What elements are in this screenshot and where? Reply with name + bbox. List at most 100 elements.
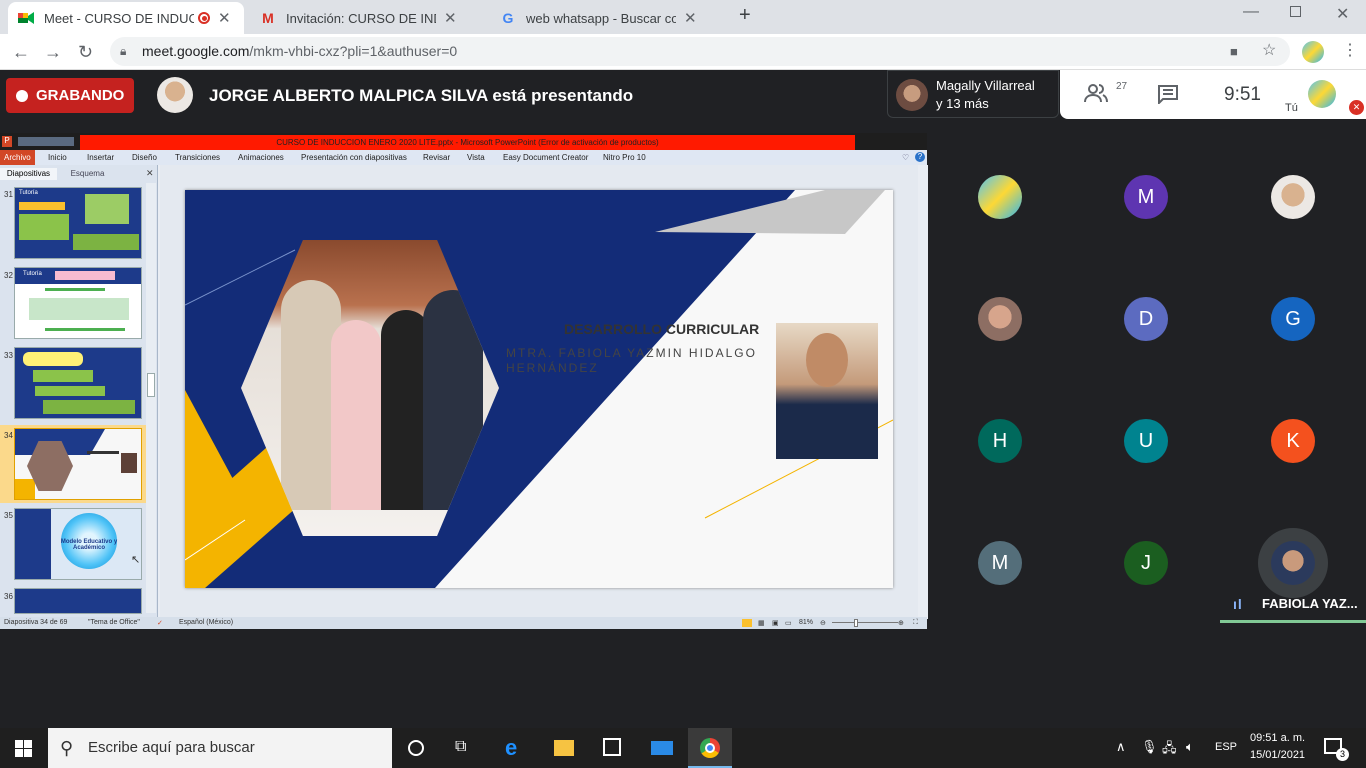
participant-tile[interactable]: K xyxy=(1271,419,1315,463)
ribbon-tab-archivo[interactable]: Archivo xyxy=(0,150,35,165)
thumb-slide-33[interactable] xyxy=(14,347,142,419)
camera-icon[interactable]: ■ xyxy=(1230,37,1238,66)
thumb-slide-31[interactable]: Tutoría xyxy=(14,187,142,259)
tab-google[interactable]: G web whatsapp - Buscar con Goo ✕ xyxy=(490,2,726,34)
ribbon-tab[interactable]: Nitro Pro 10 xyxy=(603,153,646,162)
ribbon-tab[interactable]: Insertar xyxy=(87,153,114,162)
task-view-icon[interactable]: ⧉ xyxy=(455,738,466,756)
close-tab-icon[interactable]: ✕ xyxy=(684,9,697,27)
menu-icon[interactable]: ⋮ xyxy=(1342,40,1358,60)
slide-scrollbar[interactable] xyxy=(920,165,928,619)
network-icon[interactable]: 🖧 xyxy=(1162,739,1177,761)
thumb-slide-34[interactable] xyxy=(14,428,142,500)
ribbon-tab[interactable]: Diseño xyxy=(132,153,157,162)
collapse-ribbon-icon[interactable]: ♡ xyxy=(902,153,909,162)
help-icon[interactable]: ? xyxy=(915,152,925,162)
thumb-number: 31 xyxy=(4,190,13,199)
ribbon-tab[interactable]: Animaciones xyxy=(238,153,284,162)
fit-window-icon[interactable]: ⛶ xyxy=(913,619,918,627)
store-icon[interactable] xyxy=(603,738,621,756)
zoom-slider-thumb[interactable] xyxy=(854,619,858,627)
tab-meet[interactable]: Meet - CURSO DE INDUCCIÓ ✕ xyxy=(8,2,244,34)
taskbar-search-box[interactable]: ⚲ Escribe aquí para buscar xyxy=(48,728,392,768)
participant-tile[interactable]: M xyxy=(978,541,1022,585)
tab-gmail[interactable]: M Invitación: CURSO DE INDUCCIÓ ✕ xyxy=(250,2,486,34)
ribbon-tab[interactable]: Presentación con diapositivas xyxy=(301,153,407,162)
zoom-in-icon[interactable]: ⊕ xyxy=(898,619,904,627)
slideshow-view-icon[interactable]: ▭ xyxy=(785,619,792,627)
participant-initial: G xyxy=(1285,307,1301,330)
browser-tab-bar: Meet - CURSO DE INDUCCIÓ ✕ M Invitación:… xyxy=(0,0,1366,34)
recording-badge: GRABANDO xyxy=(6,78,134,113)
zoom-out-icon[interactable]: ⊖ xyxy=(820,619,826,627)
people-icon[interactable] xyxy=(1084,83,1108,108)
viewers-box[interactable]: Magally Villarreal y 13 más xyxy=(887,70,1059,118)
ribbon-tab[interactable]: Easy Document Creator xyxy=(503,153,588,162)
restore-icon[interactable] xyxy=(1290,6,1301,17)
language-indicator[interactable]: ESP xyxy=(1215,741,1237,753)
normal-view-icon[interactable] xyxy=(742,619,752,627)
ribbon-tab[interactable]: Inicio xyxy=(48,153,67,162)
microphone-icon[interactable]: 🎙︎ xyxy=(1141,739,1158,755)
zoom-slider[interactable] xyxy=(832,622,898,623)
profile-avatar[interactable] xyxy=(1302,41,1324,63)
close-panel-icon[interactable]: ✕ xyxy=(146,168,154,179)
thumb-scrollbar[interactable] xyxy=(146,183,156,613)
file-explorer-icon[interactable] xyxy=(554,740,574,756)
tab-diapositivas[interactable]: Diapositivas xyxy=(0,168,57,180)
mouse-cursor-icon: ↖ xyxy=(131,554,141,566)
thumb-text: Tutoría xyxy=(23,271,42,277)
windows-taskbar: ⚲ Escribe aquí para buscar ⧉ e ∧ 🎙︎ 🖧 🔈︎… xyxy=(0,728,1366,768)
reload-icon[interactable]: ↻ xyxy=(78,42,93,63)
participant-tile[interactable]: U xyxy=(1124,419,1168,463)
participant-tile[interactable] xyxy=(978,175,1022,219)
taskbar-date[interactable]: 15/01/2021 xyxy=(1250,749,1305,761)
back-icon[interactable]: ← xyxy=(12,42,30,63)
ppt-status-bar: Diapositiva 34 de 69 "Tema de Office" ✓ … xyxy=(0,617,927,629)
thumb-slide-35[interactable]: Modelo Educativo y Académico xyxy=(14,508,142,580)
chrome-taskbar-button[interactable] xyxy=(688,728,732,768)
participant-tile[interactable]: H xyxy=(978,419,1022,463)
participant-count: 27 xyxy=(1116,81,1128,92)
viewer-name: Magally Villarreal xyxy=(936,78,1035,93)
taskbar-time[interactable]: 09:51 a. m. xyxy=(1250,732,1305,744)
close-tab-icon[interactable]: ✕ xyxy=(444,9,457,27)
participant-tile[interactable] xyxy=(978,297,1022,341)
thumb-slide-32[interactable]: Tutoría xyxy=(14,267,142,339)
ribbon-tab[interactable]: Transiciones xyxy=(175,153,220,162)
star-icon[interactable]: ☆ xyxy=(1262,36,1276,65)
address-bar[interactable]: 🔒︎ meet.google.com/mkm-vhbi-cxz?pli=1&au… xyxy=(110,37,1290,66)
participant-tile[interactable]: D xyxy=(1124,297,1168,341)
forward-icon[interactable]: → xyxy=(44,42,62,63)
reading-view-icon[interactable]: ▣ xyxy=(772,619,779,627)
speaker-bar xyxy=(1220,620,1366,623)
participant-tile[interactable]: J xyxy=(1124,541,1168,585)
close-window-icon[interactable]: ✕ xyxy=(1336,4,1349,24)
active-speaker-tile[interactable] xyxy=(1271,541,1315,585)
presenter-text: JORGE ALBERTO MALPICA SILVA está present… xyxy=(209,86,634,105)
close-tab-icon[interactable]: ✕ xyxy=(218,9,231,27)
minimize-icon[interactable]: — xyxy=(1243,3,1259,21)
sorter-view-icon[interactable]: ▦ xyxy=(758,619,765,627)
notifications-count: 3 xyxy=(1336,748,1349,761)
slide-subtitle-line2: HERNÁNDEZ xyxy=(506,361,599,375)
chrome-icon xyxy=(700,738,720,758)
mail-icon[interactable] xyxy=(651,741,673,755)
volume-icon[interactable]: 🔈︎ xyxy=(1186,739,1194,755)
edge-icon[interactable]: e xyxy=(505,735,517,761)
thumb-slide-36[interactable] xyxy=(14,588,142,614)
tray-chevron-icon[interactable]: ∧ xyxy=(1116,739,1126,755)
participant-tile[interactable]: G xyxy=(1271,297,1315,341)
meet-controls: 27 9:51 Tú ✕ xyxy=(1060,70,1366,119)
spellcheck-icon: ✓ xyxy=(157,620,163,627)
cortana-icon[interactable] xyxy=(408,740,424,756)
chat-icon[interactable] xyxy=(1157,84,1179,109)
tab-esquema[interactable]: Esquema xyxy=(60,168,115,180)
ribbon-tab[interactable]: Vista xyxy=(467,153,485,162)
windows-start-icon[interactable] xyxy=(15,740,32,762)
new-tab-icon[interactable]: + xyxy=(739,4,751,27)
participant-tile[interactable]: M xyxy=(1124,175,1168,219)
participant-tile[interactable] xyxy=(1271,175,1315,219)
self-label: Tú xyxy=(1285,102,1298,114)
ribbon-tab[interactable]: Revisar xyxy=(423,153,450,162)
